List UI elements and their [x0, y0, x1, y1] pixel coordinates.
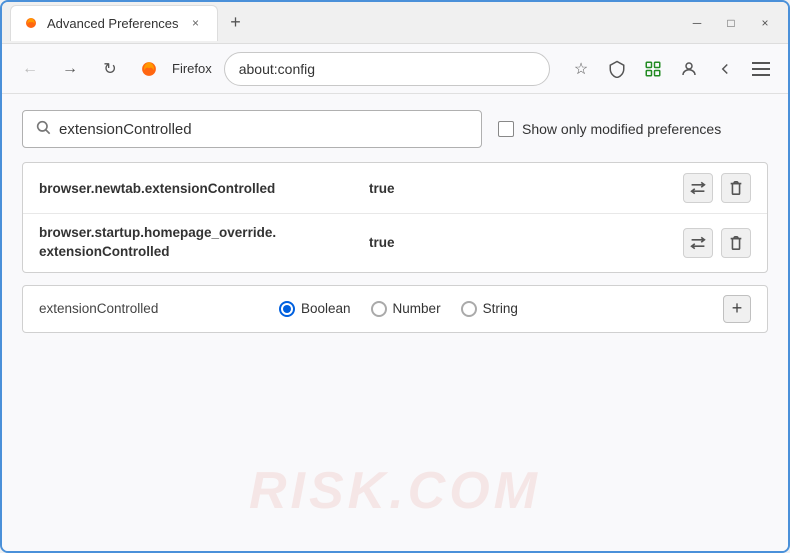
- radio-number[interactable]: Number: [371, 301, 441, 317]
- nav-bar: ← → ↻ Firefox about:config ☆: [2, 44, 788, 94]
- radio-boolean[interactable]: Boolean: [279, 301, 351, 317]
- radio-group: Boolean Number String: [279, 301, 518, 317]
- tab-title: Advanced Preferences: [47, 16, 179, 31]
- pref-name: browser.newtab.extensionControlled: [39, 181, 369, 196]
- pref-name-line1: browser.startup.homepage_override.: [39, 224, 369, 243]
- history-icon[interactable]: [710, 54, 740, 84]
- extension-puzzle-icon[interactable]: [638, 54, 668, 84]
- active-tab[interactable]: Advanced Preferences ×: [10, 5, 218, 41]
- url-bar[interactable]: about:config: [224, 52, 550, 86]
- minimize-button[interactable]: ─: [682, 9, 712, 37]
- table-row: browser.startup.homepage_override. exten…: [23, 214, 767, 272]
- url-text: about:config: [239, 61, 535, 77]
- toggle-button[interactable]: [683, 228, 713, 258]
- back-button[interactable]: ←: [14, 53, 46, 85]
- content-area: RISK.COM extensionControlled Show only m…: [2, 94, 788, 551]
- watermark: RISK.COM: [249, 461, 541, 521]
- pref-value: true: [369, 235, 395, 250]
- delete-button[interactable]: [721, 173, 751, 203]
- row-actions: [683, 228, 751, 258]
- forward-button[interactable]: →: [54, 53, 86, 85]
- radio-label-number: Number: [393, 301, 441, 316]
- close-button[interactable]: ×: [750, 9, 780, 37]
- firefox-label: Firefox: [172, 61, 212, 76]
- radio-string[interactable]: String: [461, 301, 518, 317]
- pref-name: browser.startup.homepage_override. exten…: [39, 224, 369, 262]
- radio-circle-number: [371, 301, 387, 317]
- account-icon[interactable]: [674, 54, 704, 84]
- add-button[interactable]: +: [723, 295, 751, 323]
- shield-icon[interactable]: [602, 54, 632, 84]
- nav-icons: ☆: [566, 54, 776, 84]
- search-box[interactable]: extensionControlled: [22, 110, 482, 148]
- radio-circle-string: [461, 301, 477, 317]
- refresh-button[interactable]: ↻: [94, 53, 126, 85]
- menu-icon[interactable]: [746, 54, 776, 84]
- results-table: browser.newtab.extensionControlled true: [22, 162, 768, 273]
- toggle-button[interactable]: [683, 173, 713, 203]
- tab-close-button[interactable]: ×: [187, 14, 205, 32]
- delete-button[interactable]: [721, 228, 751, 258]
- window-controls: ─ □ ×: [682, 9, 780, 37]
- radio-dot-boolean: [283, 305, 291, 313]
- radio-circle-boolean: [279, 301, 295, 317]
- add-pref-name: extensionControlled: [39, 301, 259, 316]
- pref-value: true: [369, 181, 395, 196]
- add-preference-row: extensionControlled Boolean Number: [22, 285, 768, 333]
- title-bar: Advanced Preferences × + ─ □ ×: [2, 2, 788, 44]
- new-tab-button[interactable]: +: [222, 9, 250, 37]
- search-input[interactable]: extensionControlled: [59, 121, 469, 138]
- row-actions: [683, 173, 751, 203]
- show-modified-checkbox[interactable]: [498, 121, 514, 137]
- tab-favicon-icon: [23, 15, 39, 31]
- show-modified-container: Show only modified preferences: [498, 121, 721, 137]
- radio-label-boolean: Boolean: [301, 301, 351, 316]
- search-container: extensionControlled Show only modified p…: [22, 110, 768, 148]
- browser-window: Advanced Preferences × + ─ □ × ← → ↻ Fir…: [0, 0, 790, 553]
- bookmark-icon[interactable]: ☆: [566, 54, 596, 84]
- radio-label-string: String: [483, 301, 518, 316]
- table-row: browser.newtab.extensionControlled true: [23, 163, 767, 214]
- pref-name-line2: extensionControlled: [39, 243, 369, 262]
- firefox-logo-icon: [138, 58, 160, 80]
- search-icon: [35, 119, 51, 139]
- maximize-button[interactable]: □: [716, 9, 746, 37]
- show-modified-label: Show only modified preferences: [522, 121, 721, 137]
